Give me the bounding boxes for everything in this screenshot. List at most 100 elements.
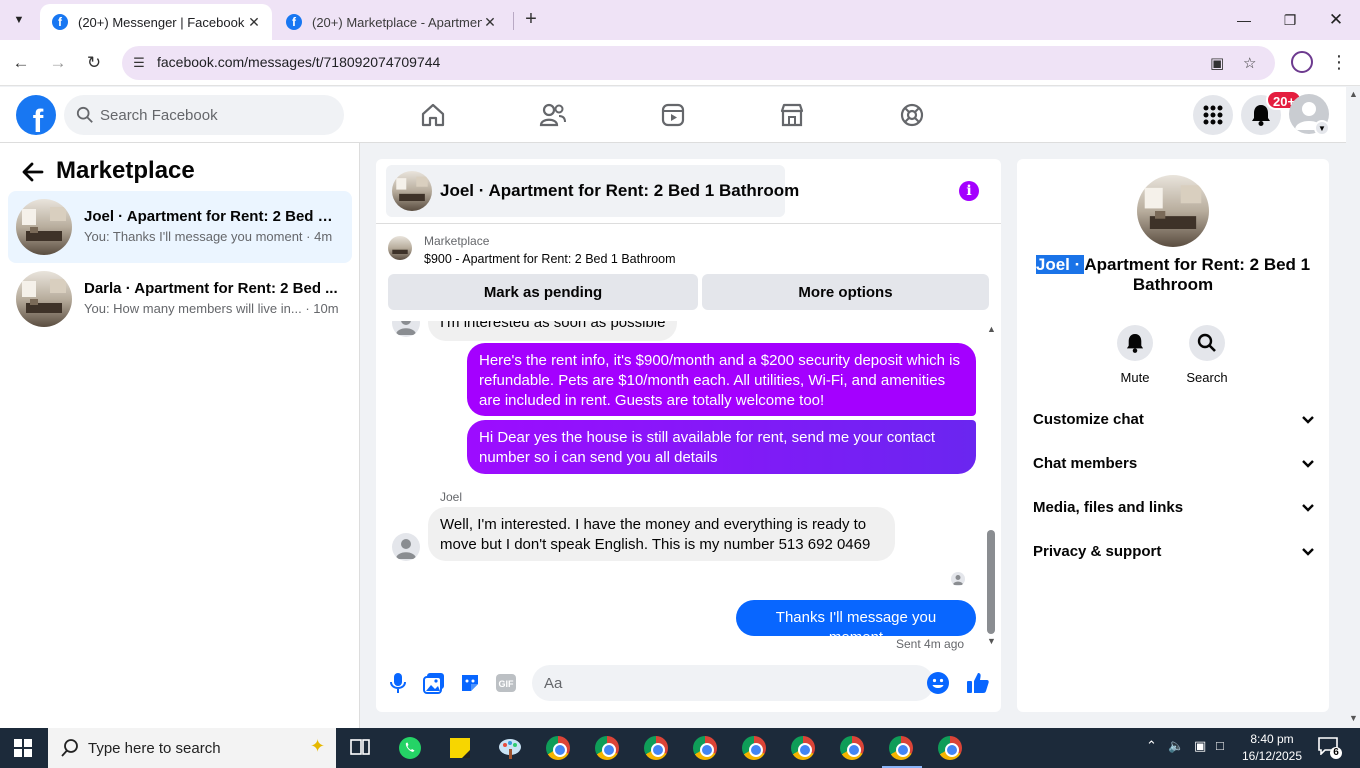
conversation-item-joel[interactable]: Joel · Apartment for Rent: 2 Bed 1 ... Y… <box>8 191 352 263</box>
media-files-links-row[interactable]: Media, files and links <box>1025 487 1321 531</box>
message-bubble-outgoing[interactable]: Thanks I'll message you moment <box>736 600 976 646</box>
message-input[interactable] <box>544 672 884 694</box>
site-info-icon[interactable]: ☰ <box>130 54 148 72</box>
message-bubble-incoming[interactable]: Well, I'm interested. I have the money a… <box>428 507 895 561</box>
gif-icon[interactable]: GIF <box>494 671 518 695</box>
bookmark-star-icon[interactable]: ☆ <box>1243 54 1256 72</box>
facebook-search[interactable] <box>64 95 344 135</box>
marketplace-icon[interactable] <box>774 99 810 131</box>
chrome-facebook-icon[interactable] <box>544 734 572 762</box>
page-scrollbar[interactable]: ▲ ▼ <box>1346 87 1360 728</box>
listing-thumbnail <box>388 236 412 260</box>
chevron-down-icon[interactable]: ▼ <box>1314 120 1330 136</box>
windows-start-icon[interactable] <box>14 739 32 757</box>
listing-thumbnail[interactable] <box>1137 175 1209 247</box>
browser-tab-marketplace[interactable]: f (20+) Marketplace - Apartment ✕ <box>274 4 508 40</box>
network-icon[interactable]: ▣ <box>1194 738 1206 754</box>
privacy-support-row[interactable]: Privacy & support <box>1025 531 1321 575</box>
home-icon[interactable] <box>415 99 451 131</box>
info-icon[interactable]: i <box>959 181 979 201</box>
chrome-icon[interactable] <box>936 734 964 762</box>
message-composer[interactable] <box>532 665 949 701</box>
sparkle-icon: ✦ <box>310 736 326 756</box>
minimize-button[interactable]: — <box>1224 6 1264 34</box>
thumbs-up-icon[interactable] <box>966 671 990 695</box>
chrome-icon[interactable] <box>838 734 866 762</box>
watch-video-icon[interactable] <box>655 99 691 131</box>
chrome-icon[interactable] <box>593 734 621 762</box>
chat-members-row[interactable]: Chat members <box>1025 443 1321 487</box>
browser-profile-icon[interactable] <box>1291 51 1313 73</box>
clock-time: 8:40 pm <box>1250 732 1294 746</box>
scroll-up-icon[interactable]: ▲ <box>1349 89 1358 99</box>
conversation-item-darla[interactable]: Darla · Apartment for Rent: 2 Bed ... Yo… <box>8 263 352 335</box>
whatsapp-icon[interactable] <box>396 734 424 762</box>
browser-tab-strip: ▼ f (20+) Messenger | Facebook ✕ f (20+)… <box>0 0 1360 40</box>
taskbar-search-text: Type here to search <box>88 740 221 757</box>
listing-price[interactable]: $900 - Apartment for Rent: 2 Bed 1 Bathr… <box>424 252 676 266</box>
mute-button[interactable]: Mute <box>1105 325 1165 385</box>
message-bubble-incoming[interactable]: I'm interested as soon as possible <box>428 321 678 341</box>
scroll-up-icon[interactable]: ▲ <box>987 324 996 334</box>
listing-thumbnail <box>16 199 72 255</box>
photo-gallery-icon[interactable] <box>422 671 446 695</box>
back-arrow-icon[interactable] <box>20 159 46 185</box>
install-app-icon[interactable]: ▣ <box>1210 54 1224 72</box>
browser-tab-messenger[interactable]: f (20+) Messenger | Facebook ✕ <box>40 4 272 40</box>
sticker-icon[interactable] <box>458 671 482 695</box>
friends-icon[interactable] <box>535 99 571 131</box>
close-window-button[interactable]: ✕ <box>1316 6 1356 34</box>
close-tab-icon[interactable]: ✕ <box>482 14 498 31</box>
chrome-icon[interactable] <box>740 734 768 762</box>
chat-details-panel: Joel · Apartment for Rent: 2 Bed 1 Bathr… <box>1017 159 1329 712</box>
section-label: Privacy & support <box>1033 543 1162 560</box>
address-bar[interactable]: ☰ facebook.com/messages/t/71809207470974… <box>122 46 1275 80</box>
chrome-icon[interactable] <box>691 734 719 762</box>
taskbar-clock[interactable]: 8:40 pm 16/12/2025 <box>1232 731 1312 765</box>
facebook-favicon-icon: f <box>52 14 68 30</box>
chat-header[interactable]: Joel · Apartment for Rent: 2 Bed 1 Bathr… <box>386 165 799 217</box>
divider <box>376 223 1001 224</box>
paint-icon[interactable] <box>496 734 524 762</box>
customize-chat-row[interactable]: Customize chat <box>1025 399 1321 443</box>
more-options-button[interactable]: More options <box>702 274 989 310</box>
chrome-icon[interactable] <box>642 734 670 762</box>
chrome-icon[interactable] <box>789 734 817 762</box>
sticky-notes-icon[interactable] <box>446 734 474 762</box>
message-bubble-outgoing[interactable]: Here's the rent info, it's $900/month an… <box>467 343 976 416</box>
menu-grid-button[interactable] <box>1193 95 1233 135</box>
maximize-button[interactable]: ❐ <box>1270 6 1310 34</box>
message-bubble-outgoing[interactable]: Hi Dear yes the house is still available… <box>467 420 976 474</box>
task-view-icon[interactable] <box>346 734 374 762</box>
emoji-icon[interactable] <box>926 671 950 695</box>
search-label: Search <box>1186 370 1228 385</box>
chrome-active-icon[interactable] <box>877 728 925 768</box>
seen-avatar <box>951 572 965 586</box>
microphone-icon[interactable] <box>386 671 410 695</box>
scroll-down-icon[interactable]: ▼ <box>987 636 996 646</box>
notification-center-icon[interactable]: 6 <box>1318 737 1342 759</box>
scroll-thumb[interactable] <box>987 530 995 634</box>
facebook-search-input[interactable] <box>100 103 330 127</box>
browser-menu-icon[interactable]: ⋮ <box>1330 50 1348 74</box>
reload-button[interactable]: ↻ <box>81 50 107 76</box>
search-in-chat-button[interactable]: Search <box>1177 325 1237 385</box>
conversation-preview: You: How many members will live in... · … <box>84 301 339 316</box>
close-tab-icon[interactable]: ✕ <box>246 14 262 31</box>
chevron-down-icon <box>1302 548 1314 556</box>
sender-avatar <box>392 321 420 337</box>
scroll-down-icon[interactable]: ▼ <box>1349 713 1358 723</box>
sender-avatar <box>392 533 420 561</box>
taskbar-search[interactable]: Type here to search ✦ <box>48 728 336 768</box>
tray-chevron-up-icon[interactable]: ⌃ <box>1146 738 1157 754</box>
forward-button[interactable]: → <box>45 50 71 76</box>
gaming-icon[interactable] <box>894 99 930 131</box>
tab-search-dropdown[interactable]: ▼ <box>6 8 32 32</box>
display-icon[interactable]: □ <box>1216 738 1224 753</box>
volume-icon[interactable]: 🔈 <box>1168 738 1184 754</box>
facebook-logo-icon[interactable]: f <box>16 95 56 135</box>
new-tab-button[interactable]: + <box>520 8 542 32</box>
back-button[interactable]: ← <box>8 50 34 76</box>
message-scrollbar[interactable]: ▲ ▼ <box>984 324 998 654</box>
mark-as-pending-button[interactable]: Mark as pending <box>388 274 698 310</box>
